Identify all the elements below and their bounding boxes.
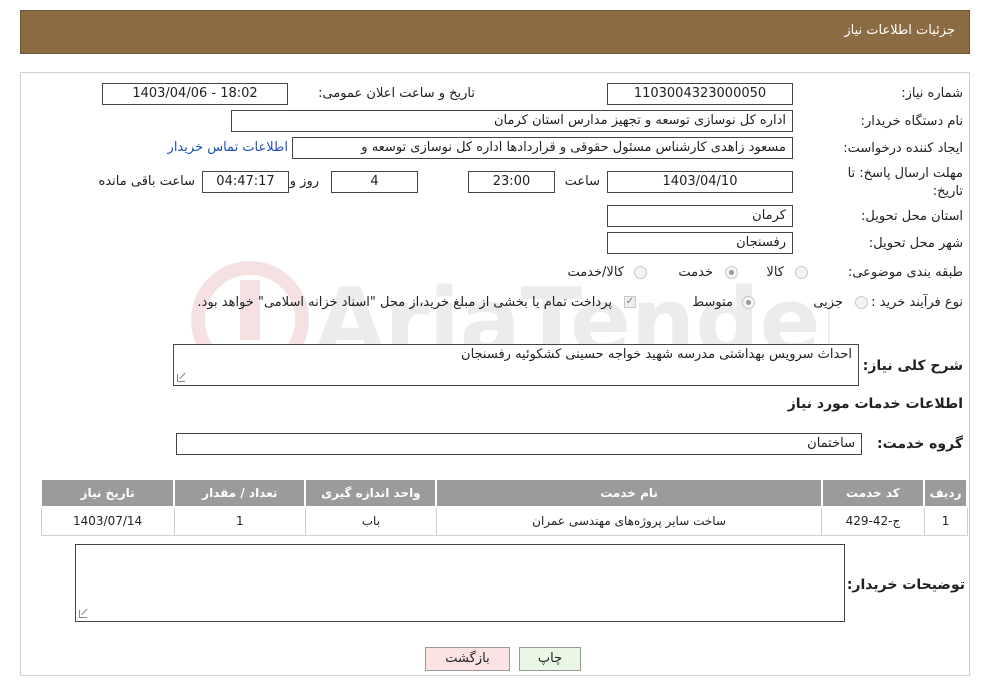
summary-text: احداث سرویس بهداشتی مدرسه شهید خواجه حسی… bbox=[461, 347, 852, 362]
category-option-goods-service: کالا/خدمت bbox=[567, 265, 624, 280]
resize-grip-icon[interactable] bbox=[79, 610, 87, 618]
services-table-header: ردیف کد خدمت نام خدمت واحد اندازه گیری ت… bbox=[39, 478, 968, 508]
province-field[interactable]: کرمان bbox=[607, 205, 793, 227]
print-button[interactable]: چاپ bbox=[519, 647, 581, 671]
page-title: جزئیات اطلاعات نیاز bbox=[844, 23, 955, 38]
process-radio-medium[interactable] bbox=[742, 296, 755, 309]
col-service-name: نام خدمت bbox=[435, 478, 823, 508]
category-label: طبقه بندی موضوعی: bbox=[847, 265, 963, 280]
cell-service-code: ج-42-429 bbox=[821, 506, 925, 536]
service-group-field[interactable]: ساختمان bbox=[176, 433, 862, 455]
cell-unit: باب bbox=[304, 506, 437, 536]
category-option-service: خدمت bbox=[678, 265, 713, 280]
buyer-notes-label: توضیحات خریدار: bbox=[846, 577, 965, 593]
col-need-date: تاریخ نیاز bbox=[39, 478, 176, 508]
creator-field[interactable]: مسعود زاهدی کارشناس مسئول حقوقی و قراردا… bbox=[292, 137, 793, 159]
days-field[interactable]: 4 bbox=[331, 171, 418, 193]
deadline-time-field[interactable]: 23:00 bbox=[468, 171, 555, 193]
buyer-notes-textarea[interactable] bbox=[75, 544, 845, 622]
category-option-goods: کالا bbox=[766, 265, 784, 280]
services-table: ردیف کد خدمت نام خدمت واحد اندازه گیری ت… bbox=[39, 478, 968, 536]
announce-field[interactable]: 1403/04/06 - 18:02 bbox=[102, 83, 288, 105]
city-field[interactable]: رفسنجان bbox=[607, 232, 793, 254]
buyer-org-label: نام دستگاه خریدار: bbox=[860, 114, 963, 129]
category-radio-goods-service[interactable] bbox=[634, 266, 647, 279]
treasury-payment-checkbox[interactable]: ✓ bbox=[624, 296, 636, 308]
page-header: جزئیات اطلاعات نیاز bbox=[20, 10, 970, 54]
need-number-label: شماره نیاز: bbox=[901, 86, 963, 101]
deadline-time-label: ساعت bbox=[564, 174, 600, 189]
category-radio-goods[interactable] bbox=[795, 266, 808, 279]
process-option-medium: متوسط bbox=[692, 295, 733, 310]
summary-label: شرح کلی نیاز: bbox=[862, 358, 963, 374]
days-label: روز و bbox=[289, 174, 319, 189]
remaining-time-field[interactable]: 04:47:17 bbox=[202, 171, 289, 193]
col-row: ردیف bbox=[923, 478, 968, 508]
col-unit: واحد اندازه گیری bbox=[304, 478, 438, 508]
cell-need-date: 1403/07/14 bbox=[40, 506, 175, 536]
announce-label: تاریخ و ساعت اعلان عمومی: bbox=[318, 86, 475, 101]
city-label: شهر محل تحویل: bbox=[868, 236, 963, 251]
col-service-code: کد خدمت bbox=[820, 478, 926, 508]
process-radio-minor[interactable] bbox=[855, 296, 868, 309]
service-group-label: گروه خدمت: bbox=[877, 436, 963, 452]
creator-label: ایجاد کننده درخواست: bbox=[843, 141, 963, 156]
col-quantity: تعداد / مقدار bbox=[173, 478, 307, 508]
province-label: استان محل تحویل: bbox=[861, 209, 963, 224]
buyer-org-field[interactable]: اداره کل نوسازی توسعه و تجهیز مدارس استا… bbox=[231, 110, 793, 132]
services-section-title: اطلاعات خدمات مورد نیاز bbox=[787, 396, 963, 412]
cell-quantity: 1 bbox=[173, 506, 306, 536]
back-button[interactable]: بازگشت bbox=[425, 647, 510, 671]
table-row: 1 ج-42-429 ساخت سایر پروژه‌های مهندسی عم… bbox=[40, 506, 968, 536]
category-radio-service[interactable] bbox=[725, 266, 738, 279]
deadline-label-2: تاریخ: bbox=[932, 184, 963, 199]
process-label: نوع فرآیند خرید : bbox=[871, 295, 963, 310]
resize-grip-icon[interactable] bbox=[177, 374, 185, 382]
summary-textarea[interactable]: احداث سرویس بهداشتی مدرسه شهید خواجه حسی… bbox=[173, 344, 859, 386]
cell-service-name: ساخت سایر پروژه‌های مهندسی عمران bbox=[435, 506, 823, 536]
deadline-label: مهلت ارسال پاسخ: تا bbox=[847, 166, 963, 181]
need-number-field[interactable]: 1103004323000050 bbox=[607, 83, 793, 105]
deadline-date-field[interactable]: 1403/04/10 bbox=[607, 171, 793, 193]
treasury-payment-note: پرداخت تمام یا بخشی از مبلغ خرید،از محل … bbox=[197, 295, 612, 310]
remaining-label: ساعت باقی مانده bbox=[98, 174, 195, 189]
process-option-minor: جزیی bbox=[813, 295, 843, 310]
cell-row: 1 bbox=[923, 506, 968, 536]
contact-info-link[interactable]: اطلاعات تماس خریدار bbox=[168, 140, 288, 155]
